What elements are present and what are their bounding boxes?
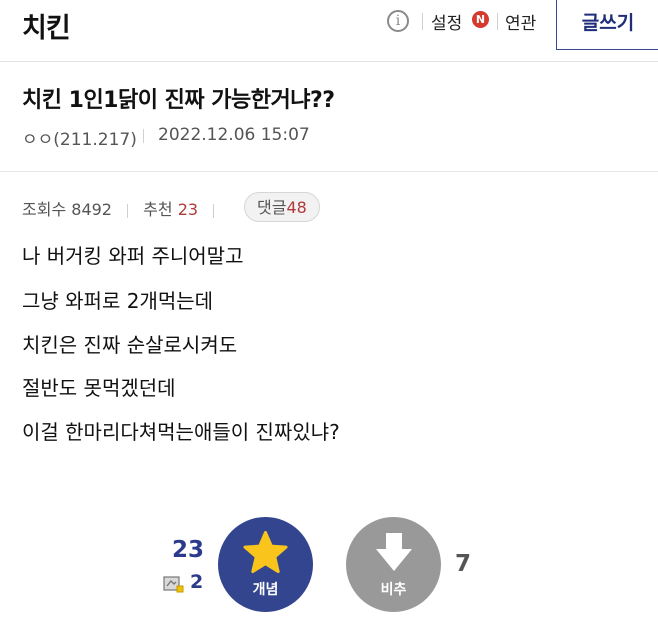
divider: [127, 203, 129, 218]
comments-label: 댓글: [257, 198, 287, 217]
info-icon[interactable]: i: [387, 10, 409, 32]
star-icon: [243, 530, 288, 574]
downvote-count: 7: [455, 551, 472, 577]
post-title: 치킨 1인1닭이 진짜 가능한거냐??: [22, 88, 335, 113]
comments-count: 48: [286, 198, 307, 217]
body-line: 그냥 와퍼로 2개먹는데: [22, 289, 214, 313]
write-button[interactable]: 글쓰기: [556, 0, 658, 50]
new-badge: N: [472, 11, 489, 28]
fixed-user-icon: [163, 576, 184, 593]
divider: [422, 13, 423, 30]
comment-count-button[interactable]: 댓글48: [244, 192, 320, 222]
body-line: 나 버거킹 와퍼 주니어말고: [22, 244, 244, 268]
post-stats: 조회수 8492 추천 23: [22, 196, 224, 220]
recommend-count: 23: [177, 200, 199, 219]
downvote-button[interactable]: 비추: [346, 517, 441, 612]
fixed-user-count: 2: [190, 571, 204, 593]
upvote-button[interactable]: 개념: [218, 517, 313, 612]
body-line: 치킨은 진짜 순살로시켜도: [22, 333, 238, 357]
views-label: 조회수: [22, 200, 67, 219]
divider: [143, 129, 144, 143]
body-line: 절반도 못먹겠던데: [22, 376, 176, 400]
related-button[interactable]: 연관: [505, 9, 536, 34]
settings-button[interactable]: 설정: [431, 9, 462, 34]
header-divider: [0, 171, 658, 172]
top-bar: 치킨 i 설정 N 연관 글쓰기: [0, 0, 658, 62]
down-arrow-icon: [376, 533, 412, 571]
upvote-count: 23: [172, 537, 205, 563]
post-date: 2022.12.06 15:07: [158, 125, 310, 145]
divider: [213, 203, 215, 218]
body-line: 이걸 한마리다쳐먹는애들이 진짜있냐?: [22, 420, 340, 444]
recommend-label: 추천: [143, 200, 173, 219]
gallery-title[interactable]: 치킨: [22, 6, 71, 45]
views-count: 8492: [71, 200, 112, 219]
downvote-label: 비추: [380, 582, 407, 598]
upvote-label: 개념: [252, 582, 279, 598]
post-author[interactable]: ㅇㅇ(211.217): [22, 125, 137, 150]
divider: [497, 13, 498, 30]
